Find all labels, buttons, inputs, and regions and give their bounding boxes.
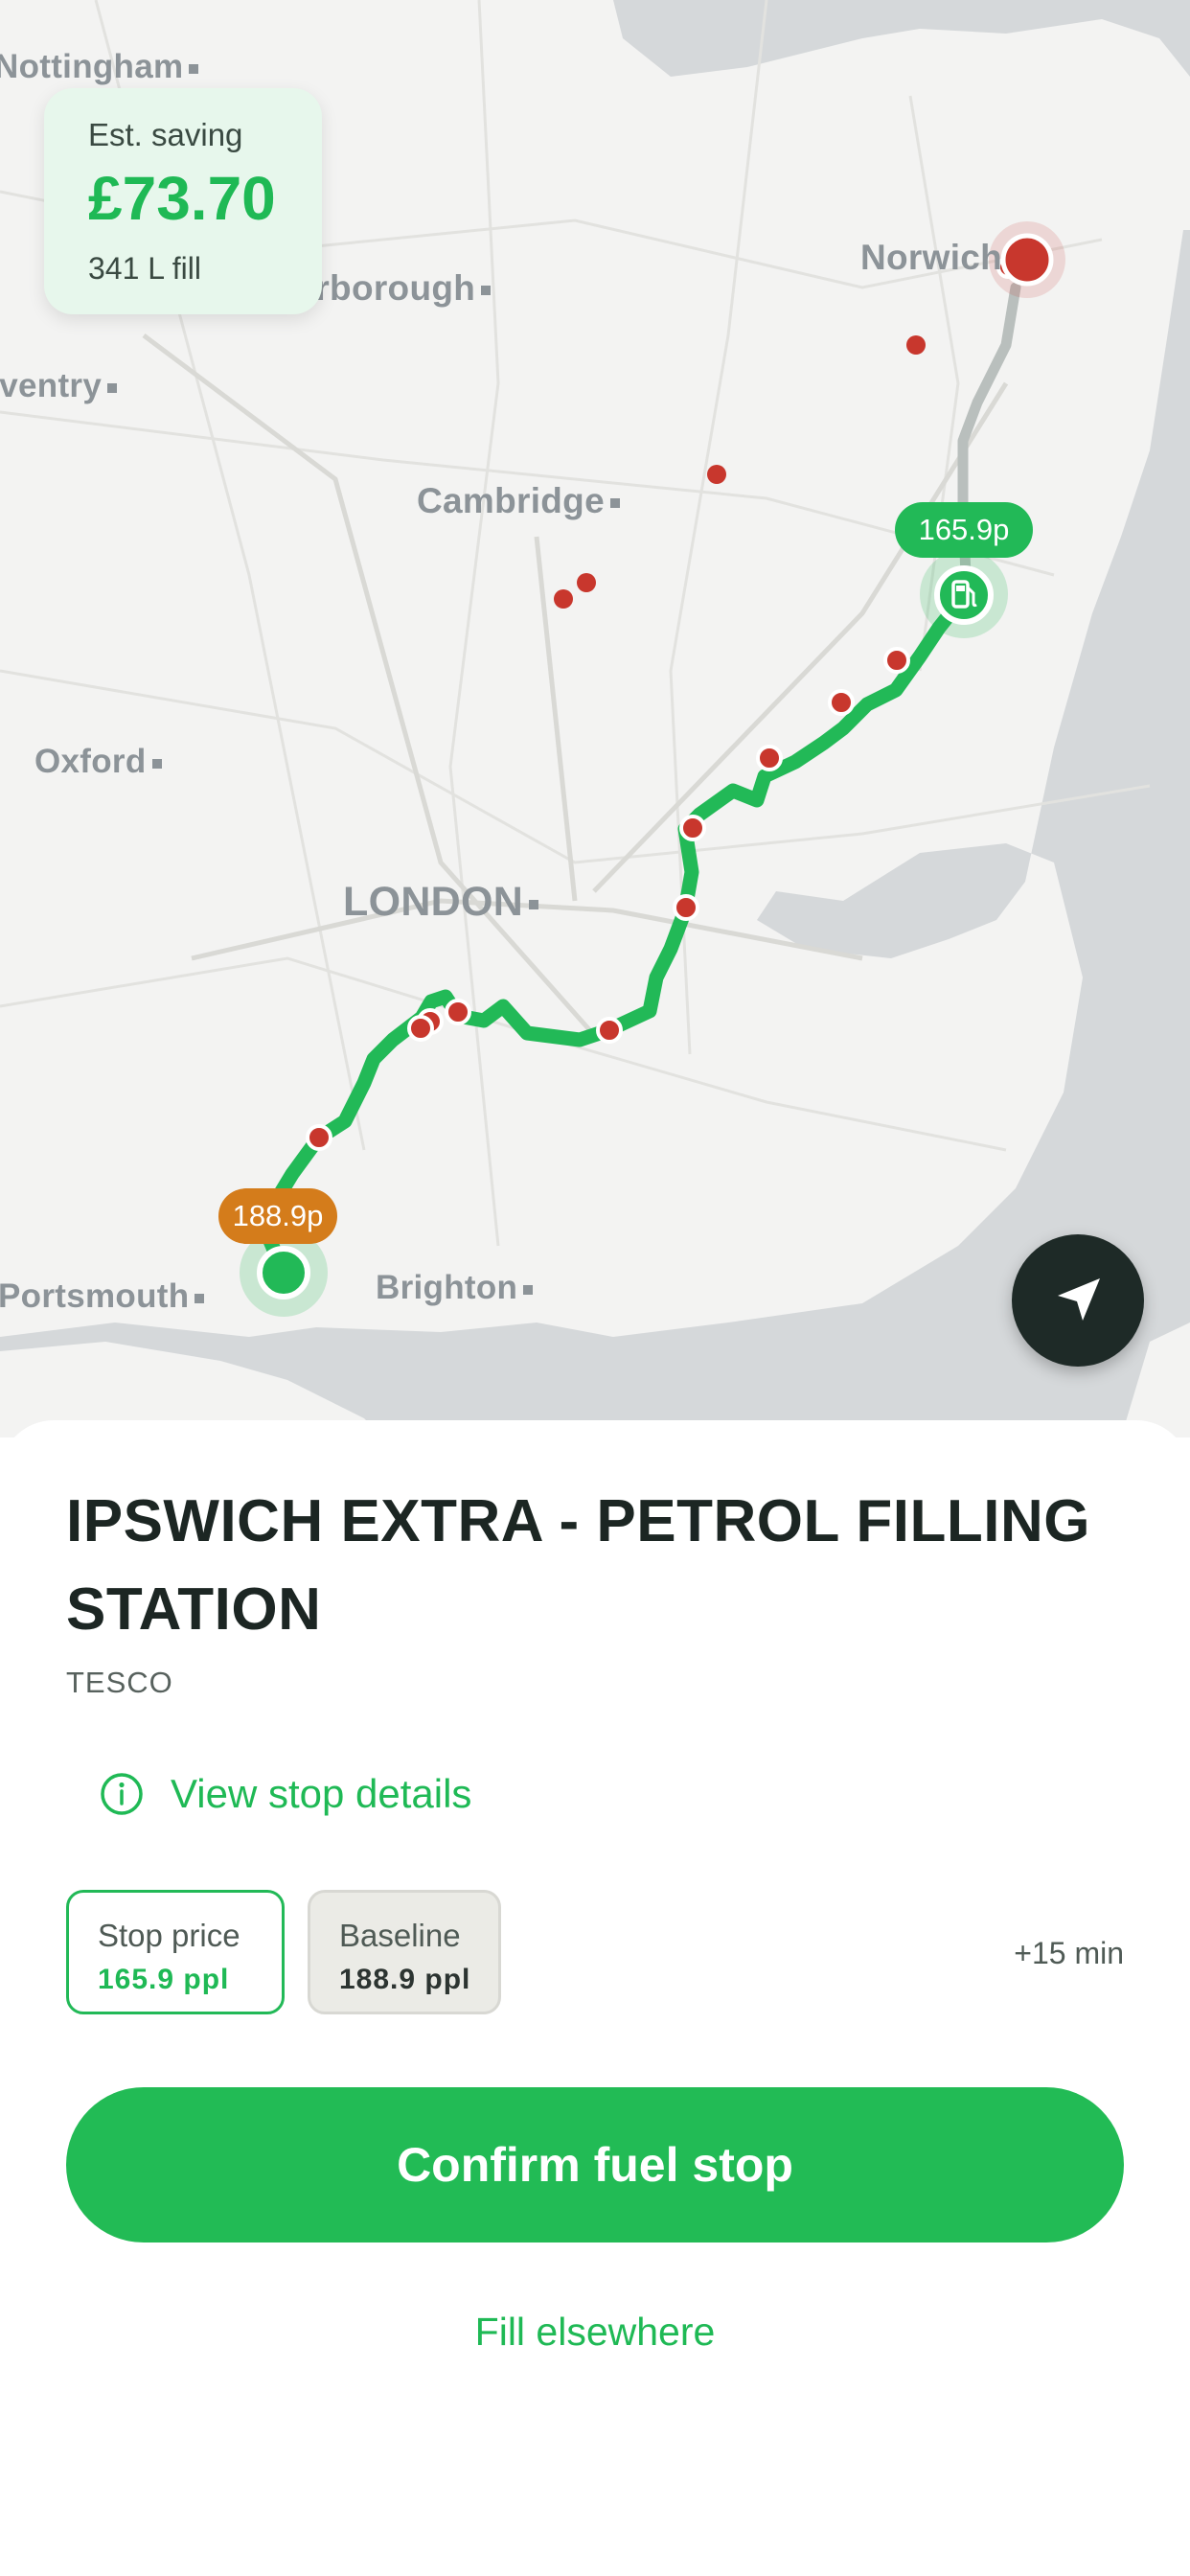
screen: Nottingham Peterborough Coventry Cambrid… — [0, 0, 1190, 2576]
baseline-price-chip[interactable]: Baseline 188.9 ppl — [308, 1890, 501, 2014]
station-dot[interactable] — [673, 894, 699, 921]
info-circle-icon — [101, 1773, 143, 1815]
station-dot[interactable] — [596, 1017, 623, 1044]
view-stop-details-label: View stop details — [171, 1771, 472, 1816]
city-label-coventry: Coventry — [0, 367, 118, 405]
city-label-portsmouth: Portsmouth — [0, 1277, 205, 1316]
station-dot[interactable] — [554, 589, 573, 609]
stop-price-label: Stop price — [98, 1918, 240, 1953]
saving-label: Est. saving — [88, 117, 243, 152]
detour-time: +15 min — [1014, 1936, 1124, 1970]
station-dot[interactable] — [828, 689, 855, 716]
start-price-pill[interactable]: 188.9p — [218, 1188, 337, 1244]
fill-elsewhere-link[interactable]: Fill elsewhere — [0, 2310, 1190, 2355]
station-dot[interactable] — [577, 573, 596, 592]
station-dot[interactable] — [883, 647, 910, 674]
view-stop-details-link[interactable]: View stop details — [100, 1765, 471, 1823]
stop-price-chip[interactable]: Stop price 165.9 ppl — [66, 1890, 285, 2014]
recenter-button[interactable] — [1012, 1234, 1144, 1367]
fuel-stop-marker[interactable] — [934, 565, 994, 625]
origin-marker[interactable] — [257, 1246, 310, 1300]
station-sheet: IPSWICH EXTRA - PETROL FILLING STATION T… — [0, 1420, 1190, 2576]
station-brand: TESCO — [66, 1666, 173, 1699]
city-label-norwich: Norwich — [860, 238, 1003, 277]
estimated-saving-card: Est. saving £73.70 341 L fill — [44, 88, 322, 314]
baseline-label: Baseline — [339, 1918, 461, 1953]
destination-marker[interactable] — [1000, 233, 1054, 287]
saving-value: £73.70 — [88, 164, 276, 233]
station-dot[interactable] — [906, 335, 926, 355]
confirm-fuel-stop-button[interactable]: Confirm fuel stop — [66, 2087, 1124, 2242]
route-map[interactable]: Nottingham Peterborough Coventry Cambrid… — [0, 0, 1190, 1438]
baseline-value: 188.9 ppl — [339, 1964, 471, 1995]
city-label-nottingham: Nottingham — [0, 48, 199, 86]
station-dot[interactable] — [306, 1124, 332, 1151]
city-label-cambridge: Cambridge — [417, 481, 620, 521]
station-dot[interactable] — [707, 465, 726, 484]
city-label-london: LONDON — [343, 879, 539, 926]
stop-price-value: 165.9 ppl — [98, 1964, 230, 1995]
station-dot[interactable] — [679, 815, 706, 841]
city-label-brighton: Brighton — [376, 1269, 534, 1307]
station-dot[interactable] — [756, 745, 783, 771]
stop-price-pill[interactable]: 165.9p — [895, 502, 1033, 558]
station-dot[interactable] — [445, 999, 471, 1025]
station-dot[interactable] — [407, 1015, 434, 1042]
city-label-oxford: Oxford — [34, 743, 162, 781]
station-name: IPSWICH EXTRA - PETROL FILLING STATION — [66, 1488, 1090, 1643]
fill-volume: 341 L fill — [88, 251, 201, 286]
navigation-arrow-icon — [1058, 1278, 1100, 1321]
